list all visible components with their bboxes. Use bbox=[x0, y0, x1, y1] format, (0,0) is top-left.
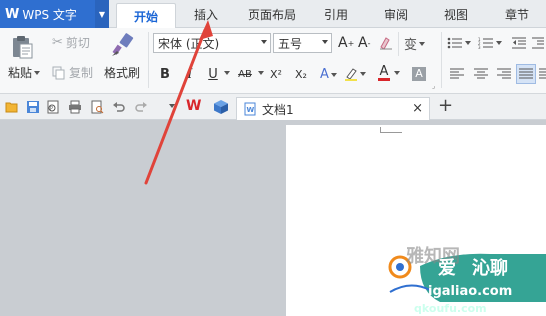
watermark-text-2: 沁聊 bbox=[472, 258, 508, 279]
watermark-text-1: 爱 bbox=[438, 258, 456, 279]
site-watermark: 雅知网 爱 沁聊 igaliao.com qkoufu.com bbox=[380, 232, 546, 316]
watermark-domain: igaliao.com bbox=[428, 284, 513, 299]
watermark-sub: qkoufu.com bbox=[414, 302, 487, 315]
